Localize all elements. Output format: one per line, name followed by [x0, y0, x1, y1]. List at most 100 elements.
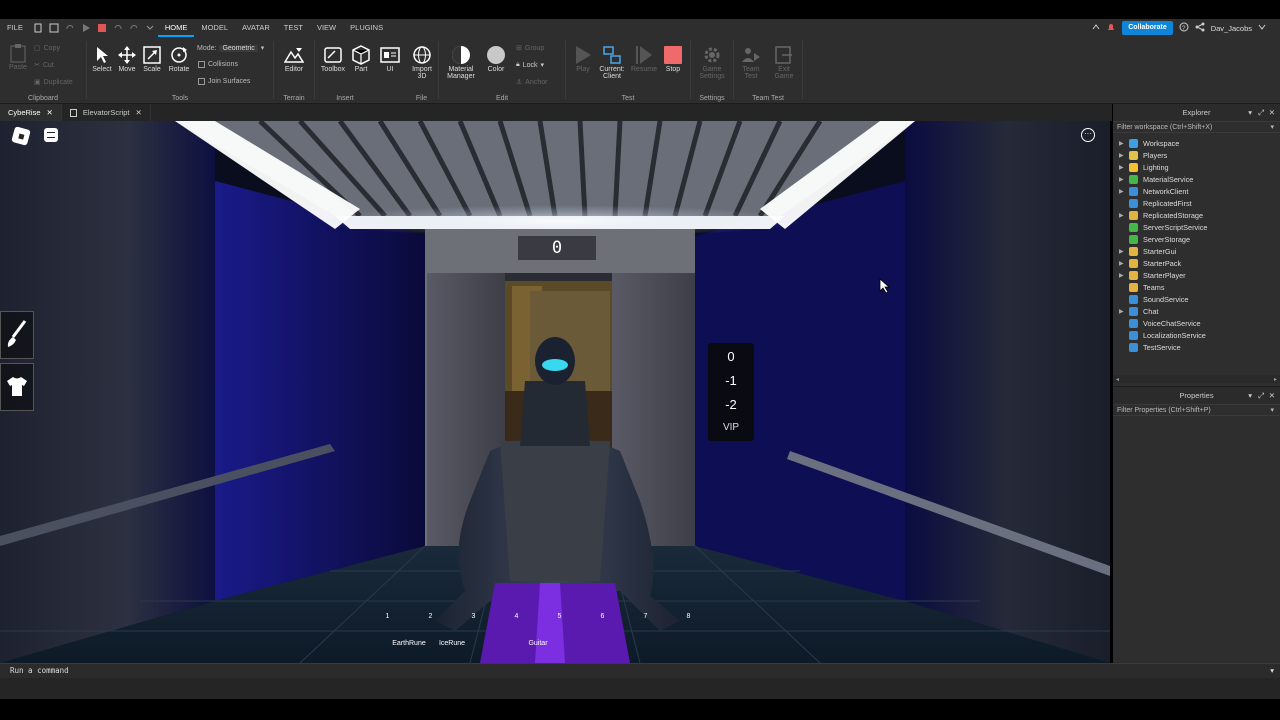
- maximize-icon[interactable]: ⤢: [1258, 104, 1264, 121]
- floor-0-button[interactable]: 0: [708, 345, 754, 369]
- collisions-toggle[interactable]: Collisions: [198, 61, 238, 68]
- horizontal-scrollbar[interactable]: ◂ ▸: [1113, 375, 1280, 383]
- expand-arrow-icon[interactable]: ▶: [1119, 212, 1129, 219]
- rotate-tool-button[interactable]: Rotate: [164, 45, 194, 73]
- group-button[interactable]: ⊞ Group: [516, 44, 544, 53]
- vip-button[interactable]: VIP: [708, 417, 754, 439]
- play-quick-icon[interactable]: [81, 23, 91, 33]
- close-icon[interactable]: ✕: [47, 104, 53, 121]
- explorer-item-serverstorage[interactable]: ServerStorage: [1113, 233, 1280, 245]
- undo-icon[interactable]: [113, 23, 123, 33]
- explorer-item-starterpack[interactable]: ▶ StarterPack: [1113, 257, 1280, 269]
- tab-elevatorscript[interactable]: ElevatorScript ✕: [62, 104, 151, 121]
- hotbar-slot[interactable]: 5: [538, 613, 581, 649]
- current-client-button[interactable]: Current: Client: [597, 45, 627, 80]
- hotbar-slot[interactable]: 6: [581, 613, 624, 649]
- explorer-item-replicatedstorage[interactable]: ▶ ReplicatedStorage: [1113, 209, 1280, 221]
- explorer-item-startergui[interactable]: ▶ StarterGui: [1113, 245, 1280, 257]
- stop-button[interactable]: Stop: [658, 45, 688, 73]
- material-manager-button[interactable]: Material Manager: [446, 45, 476, 80]
- floor-minus1-button[interactable]: -1: [708, 369, 754, 393]
- explorer-item-teams[interactable]: Teams: [1113, 281, 1280, 293]
- menu-plugins[interactable]: PLUGINS: [343, 19, 390, 37]
- menu-home[interactable]: HOME: [157, 19, 195, 37]
- chevron-down-icon[interactable]: [145, 23, 155, 33]
- copy-button[interactable]: ▢ Copy: [34, 44, 60, 53]
- expand-arrow-icon[interactable]: ▶: [1119, 140, 1129, 147]
- explorer-item-chat[interactable]: ▶ Chat: [1113, 305, 1280, 317]
- redo2-icon[interactable]: [129, 23, 139, 33]
- hotbar-slot[interactable]: 4 Guitar: [495, 613, 548, 649]
- username[interactable]: Dav_Jacobs: [1211, 24, 1252, 33]
- explorer-item-voicechatservice[interactable]: VoiceChatService: [1113, 317, 1280, 329]
- menu-file[interactable]: FILE: [0, 19, 30, 37]
- mode-selector[interactable]: Mode: Geometric ▾: [197, 44, 264, 52]
- share-icon[interactable]: [1195, 22, 1205, 34]
- expand-arrow-icon[interactable]: ▶: [1119, 308, 1129, 315]
- chat-icon[interactable]: [44, 128, 58, 142]
- explorer-item-soundservice[interactable]: SoundService: [1113, 293, 1280, 305]
- join-surfaces-toggle[interactable]: Join Surfaces: [198, 78, 250, 85]
- tab-cyberise[interactable]: CybeRise ✕: [0, 104, 62, 121]
- color-button[interactable]: Color: [481, 45, 511, 73]
- menu-model[interactable]: MODEL: [194, 19, 235, 37]
- toolbox-button[interactable]: Toolbox: [318, 45, 348, 73]
- chevron-down-icon[interactable]: ▾: [1248, 104, 1252, 121]
- hotbar-slot[interactable]: 1 EarthRune: [366, 613, 426, 649]
- resume-button[interactable]: Resume: [629, 45, 659, 73]
- explorer-item-serverscriptservice[interactable]: ServerScriptService: [1113, 221, 1280, 233]
- expand-arrow-icon[interactable]: ▶: [1119, 272, 1129, 279]
- expand-arrow-icon[interactable]: ▶: [1119, 164, 1129, 171]
- maximize-icon[interactable]: ⤢: [1258, 387, 1264, 404]
- close-icon[interactable]: ✕: [136, 104, 142, 121]
- expand-arrow-icon[interactable]: ▶: [1119, 188, 1129, 195]
- anchor-button[interactable]: ⚓︎ Anchor: [516, 78, 547, 87]
- cut-button[interactable]: ✂ Cut: [34, 61, 54, 70]
- chevron-down-icon[interactable]: [1258, 23, 1266, 33]
- paste-button[interactable]: Paste: [3, 43, 33, 71]
- chevron-up-icon[interactable]: [1092, 23, 1100, 33]
- lock-button[interactable]: 🔒︎ Lock ▾: [516, 61, 544, 69]
- more-options-icon[interactable]: ···: [1081, 128, 1095, 142]
- chevron-down-icon[interactable]: ▾: [1270, 664, 1274, 678]
- hotbar-slot[interactable]: 2 IceRune: [409, 613, 465, 649]
- team-test-button[interactable]: Team Test: [736, 45, 766, 80]
- explorer-item-networkclient[interactable]: ▶ NetworkClient: [1113, 185, 1280, 197]
- play-button[interactable]: Play: [568, 45, 598, 73]
- terrain-editor-button[interactable]: Editor: [279, 45, 309, 73]
- stop-quick-icon[interactable]: [97, 23, 107, 33]
- collaborate-button[interactable]: Collaborate: [1122, 21, 1173, 35]
- floor-minus2-button[interactable]: -2: [708, 393, 754, 417]
- hotbar-slot[interactable]: 7: [624, 613, 667, 649]
- explorer-item-lighting[interactable]: ▶ Lighting: [1113, 161, 1280, 173]
- mode-dropdown[interactable]: Geometric: [219, 44, 258, 52]
- explorer-item-replicatedfirst[interactable]: ReplicatedFirst: [1113, 197, 1280, 209]
- game-settings-button[interactable]: Game Settings: [697, 45, 727, 80]
- expand-arrow-icon[interactable]: ▶: [1119, 260, 1129, 267]
- explorer-item-starterplayer[interactable]: ▶ StarterPlayer: [1113, 269, 1280, 281]
- explorer-item-materialservice[interactable]: ▶ MaterialService: [1113, 173, 1280, 185]
- menu-view[interactable]: VIEW: [310, 19, 343, 37]
- expand-arrow-icon[interactable]: ▶: [1119, 176, 1129, 183]
- chevron-down-icon[interactable]: ▾: [1270, 405, 1274, 417]
- menu-avatar[interactable]: AVATAR: [235, 19, 277, 37]
- close-icon[interactable]: ✕: [1269, 387, 1275, 404]
- command-bar[interactable]: Run a command ▾: [0, 663, 1280, 678]
- explorer-filter-input[interactable]: Filter workspace (Ctrl+Shift+X) ▾: [1113, 121, 1280, 133]
- new-file-icon[interactable]: [33, 23, 43, 33]
- explorer-item-testservice[interactable]: TestService: [1113, 341, 1280, 353]
- import-3d-button[interactable]: Import 3D: [407, 45, 437, 80]
- shirt-button[interactable]: [0, 363, 34, 411]
- part-button[interactable]: Part: [346, 45, 376, 73]
- hotbar-slot[interactable]: 3: [452, 613, 495, 649]
- menu-test[interactable]: TEST: [277, 19, 310, 37]
- chevron-down-icon[interactable]: ▾: [1248, 387, 1252, 404]
- properties-filter-input[interactable]: Filter Properties (Ctrl+Shift+P) ▾: [1113, 404, 1280, 416]
- explorer-item-players[interactable]: ▶ Players: [1113, 149, 1280, 161]
- checkbox-icon[interactable]: [198, 61, 205, 68]
- close-icon[interactable]: ✕: [1269, 104, 1275, 121]
- explorer-item-localizationservice[interactable]: LocalizationService: [1113, 329, 1280, 341]
- expand-arrow-icon[interactable]: ▶: [1119, 152, 1129, 159]
- duplicate-button[interactable]: ▣ Duplicate: [34, 78, 73, 87]
- paintbrush-button[interactable]: [0, 311, 34, 359]
